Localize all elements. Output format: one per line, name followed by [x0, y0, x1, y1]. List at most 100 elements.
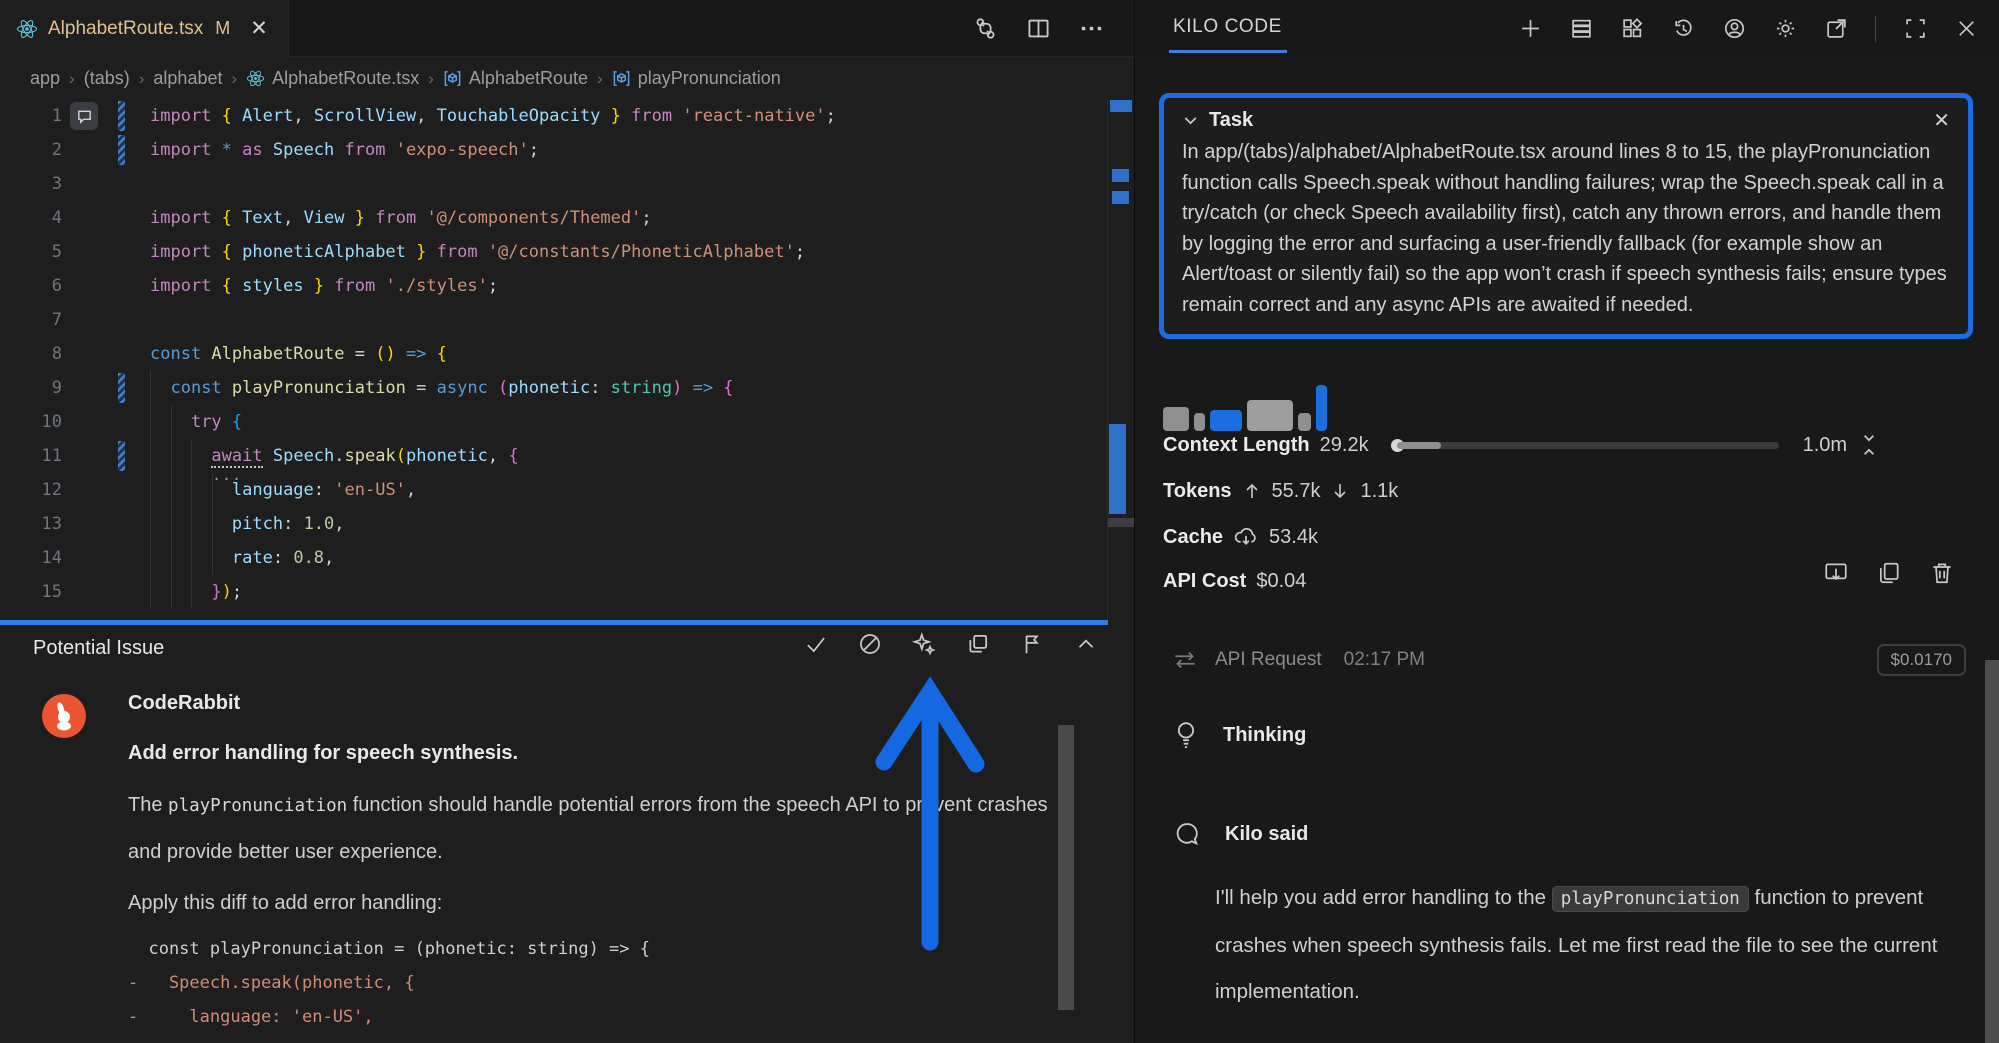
code-line[interactable]: 6import { styles } from './styles'; [0, 269, 1134, 303]
panel-tab-kilo-code[interactable]: KILO CODE [1173, 16, 1282, 38]
code-line[interactable]: 9 const playPronunciation = async (phone… [0, 371, 1134, 405]
breadcrumb-item[interactable]: playPronunciation [612, 68, 781, 89]
chevron-down-icon[interactable] [1182, 112, 1199, 129]
more-actions-icon[interactable] [1079, 16, 1104, 41]
marketplace-icon[interactable] [1620, 17, 1644, 41]
gutter [62, 235, 150, 269]
react-icon [16, 18, 38, 40]
thinking-section[interactable]: Thinking [1173, 720, 1306, 750]
account-icon[interactable] [1722, 17, 1746, 41]
line-number: 12 [0, 480, 62, 500]
code-line[interactable]: 1import { Alert, ScrollView, TouchableOp… [0, 99, 1134, 133]
prompts-icon[interactable] [1569, 17, 1593, 41]
arrow-up-icon [1242, 481, 1262, 501]
settings-gear-icon[interactable] [1773, 17, 1797, 41]
split-editor-icon[interactable] [1026, 16, 1051, 41]
tokens-down-value: 1.1k [1360, 480, 1398, 503]
line-number: 5 [0, 242, 62, 262]
await-inlay-hint: ... [212, 466, 242, 484]
flag-icon[interactable] [1020, 632, 1044, 656]
ignore-icon[interactable] [858, 632, 882, 656]
api-cost-row: API Cost $0.04 [1163, 566, 1306, 596]
task-footer-actions [1823, 560, 1955, 586]
overview-ruler-mark [1109, 424, 1126, 514]
close-tab-icon[interactable]: ✕ [250, 16, 268, 41]
copy-icon[interactable] [966, 632, 990, 656]
line-number: 11 [0, 446, 62, 466]
history-icon[interactable] [1671, 17, 1695, 41]
kilo-panel-header: KILO CODE [1135, 0, 1999, 57]
code-text: const AlphabetRoute = () => { [150, 344, 447, 364]
panel-focus-border [0, 620, 1108, 625]
code-text: import * as Speech from 'expo-speech'; [150, 140, 539, 160]
breadcrumb-label: AlphabetRoute [469, 68, 588, 89]
gutter [62, 473, 150, 507]
issue-scrollbar-thumb[interactable] [1058, 725, 1074, 1010]
gutter [62, 507, 150, 541]
accept-check-icon[interactable] [804, 632, 828, 656]
line-number: 14 [0, 548, 62, 568]
open-changes-icon[interactable] [973, 16, 998, 41]
open-in-editor-icon[interactable] [1824, 17, 1848, 41]
context-usage-blocks [1163, 385, 1327, 431]
indent-guide [150, 371, 151, 609]
new-task-icon[interactable] [1518, 17, 1542, 41]
thinking-title: Thinking [1223, 724, 1306, 747]
breadcrumb-item[interactable]: alphabet [153, 68, 222, 89]
context-length-value: 29.2k [1320, 434, 1369, 457]
code-line[interactable]: 5import { phoneticAlphabet } from '@/con… [0, 235, 1134, 269]
gutter [62, 99, 150, 133]
breadcrumb-label: app [30, 68, 60, 89]
gutter-modified-mark [118, 441, 125, 471]
api-request-row[interactable]: API Request 02:17 PM $0.0170 [1171, 641, 1966, 679]
diff-line: const playPronunciation = (phonetic: str… [128, 932, 650, 966]
editor-scrollbar-thumb[interactable] [1108, 518, 1134, 527]
line-number: 3 [0, 174, 62, 194]
breadcrumb-item[interactable]: (tabs) [84, 68, 130, 89]
code-text: language: 'en-US', [150, 480, 416, 500]
inline-code-chip: playPronunciation [168, 796, 347, 816]
code-line[interactable]: 8const AlphabetRoute = () => { [0, 337, 1134, 371]
comment-icon[interactable] [70, 102, 98, 130]
context-slider[interactable] [1391, 442, 1779, 449]
breadcrumb-separator: › [231, 69, 237, 89]
api-cost-value: $0.04 [1256, 570, 1306, 593]
code-line[interactable]: 2import * as Speech from 'expo-speech'; [0, 133, 1134, 167]
breadcrumb-item[interactable]: AlphabetRoute [443, 68, 588, 89]
breadcrumb-item[interactable]: AlphabetRoute.tsx [246, 68, 419, 89]
delete-task-icon[interactable] [1929, 560, 1955, 586]
tab-title: AlphabetRoute.tsx [48, 18, 203, 40]
kilo-said-body: I'll help you add error handling to the … [1215, 875, 1960, 1016]
code-text: }); [150, 582, 242, 602]
context-block [1247, 400, 1293, 431]
tokens-row: Tokens 55.7k 1.1k [1163, 476, 1398, 506]
kilo-code-panel: KILO CODE Task ✕ In app/(tabs)/al [1134, 0, 1999, 1043]
code-line[interactable]: 3 [0, 167, 1134, 201]
close-panel-icon[interactable] [1954, 17, 1978, 41]
gutter [62, 575, 150, 609]
issue-heading: Add error handling for speech synthesis. [128, 742, 518, 765]
condense-context-icon[interactable] [1857, 433, 1881, 457]
breadcrumb-item[interactable]: app [30, 68, 60, 89]
context-block [1316, 385, 1327, 431]
fullscreen-icon[interactable] [1903, 17, 1927, 41]
ai-fix-sparkle-icon[interactable] [912, 632, 936, 656]
code-line[interactable]: 4import { Text, View } from '@/component… [0, 201, 1134, 235]
export-icon[interactable] [1823, 560, 1849, 586]
api-request-icon [1171, 648, 1199, 672]
tab-alphabetroute[interactable]: AlphabetRoute.tsx M ✕ [0, 0, 289, 57]
overview-ruler-mark [1112, 191, 1129, 204]
code-text: import { styles } from './styles'; [150, 276, 498, 296]
close-task-icon[interactable]: ✕ [1933, 108, 1950, 133]
diff-line: - language: 'en-US', [128, 1000, 650, 1034]
issue-actions [804, 632, 1098, 656]
api-cost-label: API Cost [1163, 570, 1246, 593]
panel-scrollbar-thumb[interactable] [1985, 660, 1999, 1043]
react-icon [246, 69, 265, 88]
context-block [1163, 407, 1189, 431]
line-number: 13 [0, 514, 62, 534]
breadcrumb-separator: › [597, 69, 603, 89]
collapse-chevron-icon[interactable] [1074, 632, 1098, 656]
copy-task-icon[interactable] [1876, 560, 1902, 586]
code-line[interactable]: 7 [0, 303, 1134, 337]
